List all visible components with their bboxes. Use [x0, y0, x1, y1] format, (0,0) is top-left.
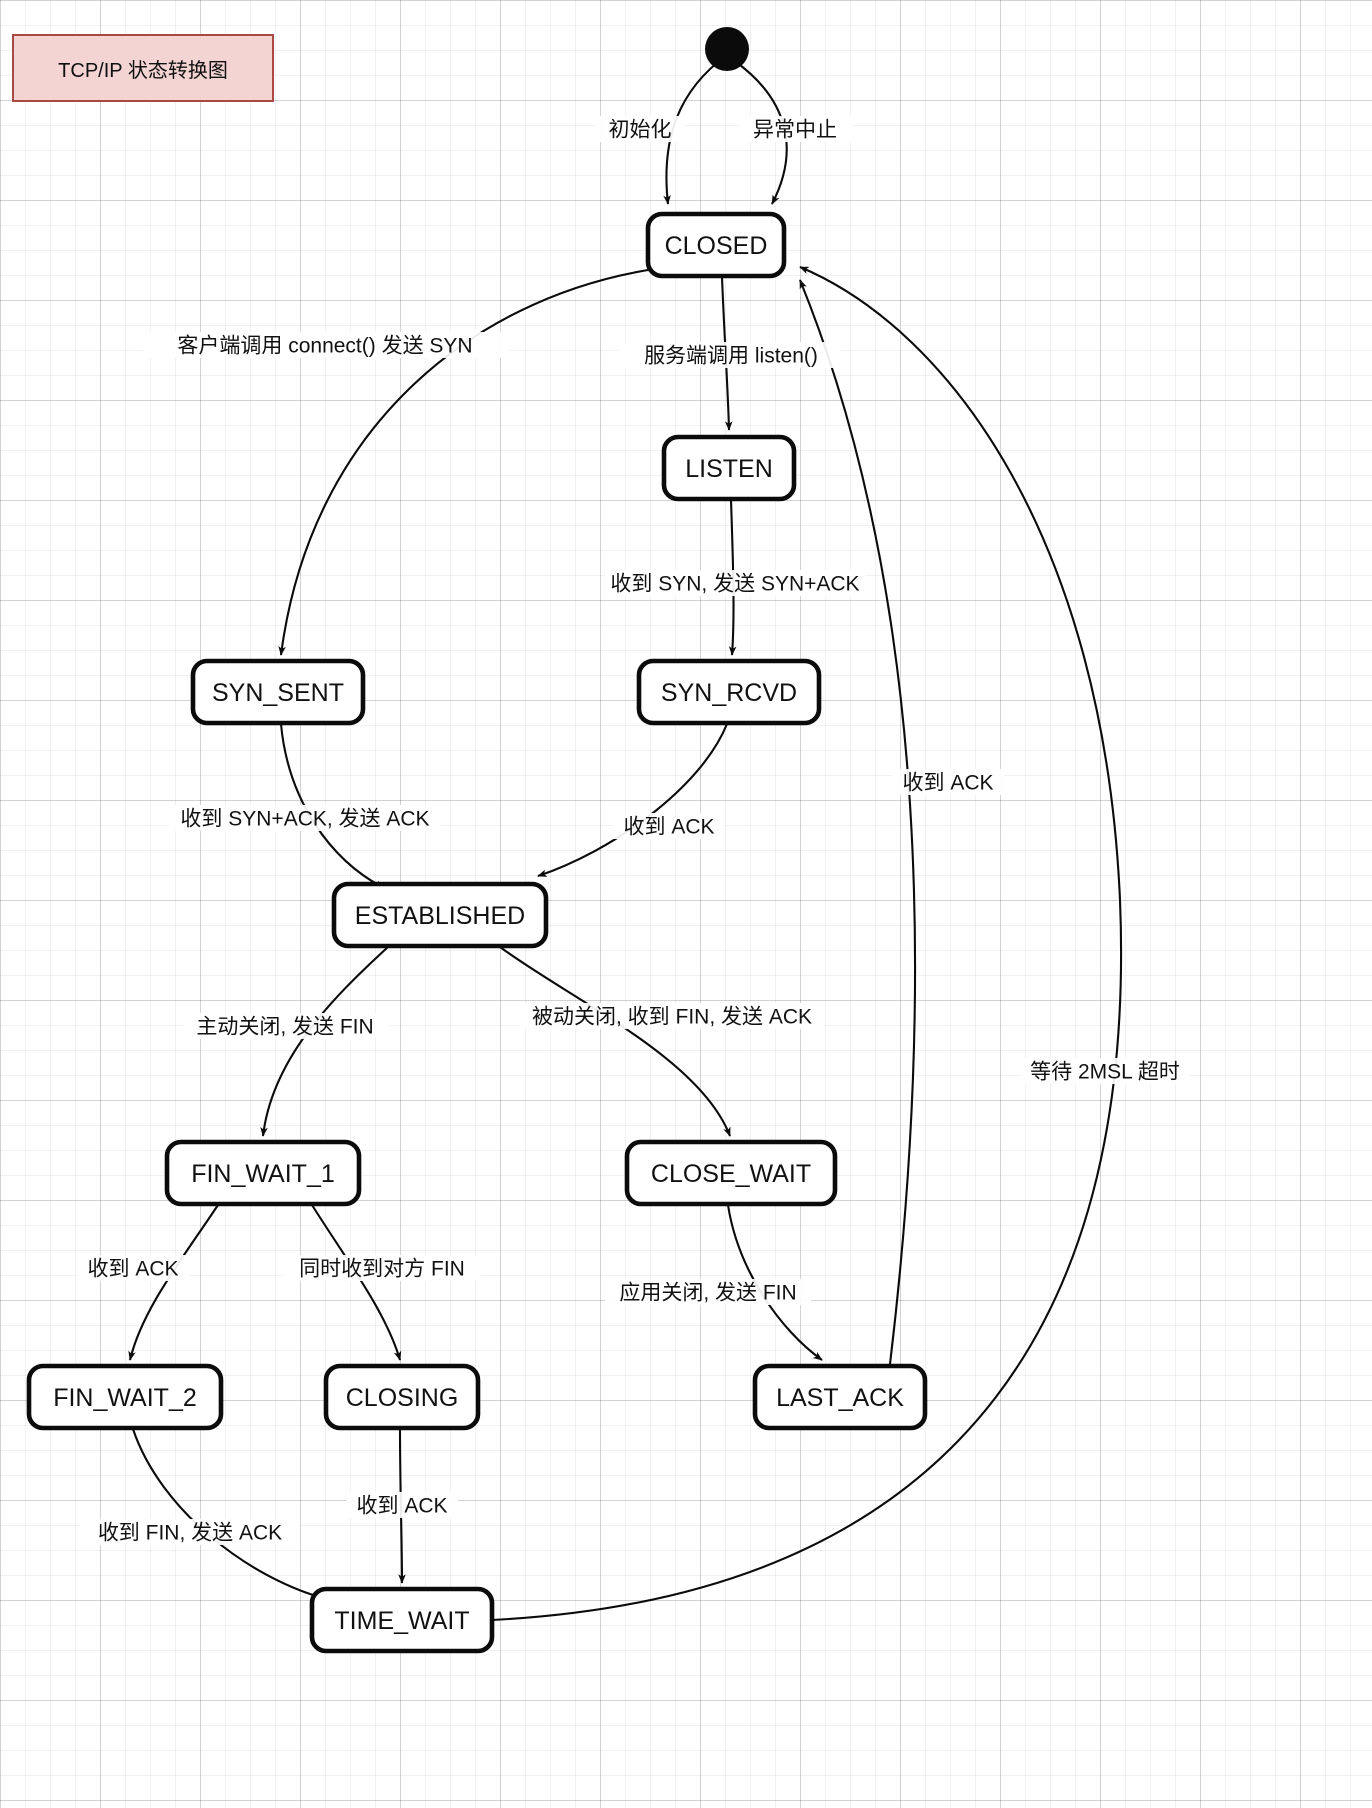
edge-label-text: 收到 SYN+ACK, 发送 ACK	[180, 808, 429, 831]
edge-estab-closewait	[499, 946, 731, 1137]
node-label-last-ack: LAST_ACK	[776, 1384, 904, 1412]
edge-label-closed-listen: 服务端调用 listen()	[620, 342, 842, 368]
node-label-established: ESTABLISHED	[355, 902, 525, 930]
node-label-listen: LISTEN	[685, 455, 773, 483]
edge-label-text: 收到 FIN, 发送 ACK	[98, 1522, 282, 1545]
edge-labels-layer: 初始化 异常中止 客户端调用 connect() 发送 SYN 服务端调用 li…	[77, 116, 1189, 1545]
node-listen[interactable]: LISTEN	[661, 434, 797, 502]
node-established[interactable]: ESTABLISHED	[331, 881, 549, 949]
edge-finwait1-closing	[311, 1204, 402, 1361]
node-fin-wait-1[interactable]: FIN_WAIT_1	[164, 1139, 362, 1207]
edge-label-finwait2-timewait: 收到 FIN, 发送 ACK	[80, 1519, 300, 1545]
edge-label-text: 被动关闭, 收到 FIN, 发送 ACK	[532, 1006, 812, 1029]
edge-estab-finwait1	[260, 946, 389, 1137]
node-closed[interactable]: CLOSED	[645, 211, 787, 279]
node-last-ack[interactable]: LAST_ACK	[752, 1363, 928, 1431]
start-state-dot	[705, 27, 749, 71]
edge-label-text: 应用关闭, 发送 FIN	[619, 1282, 796, 1305]
edge-label-timewait-closed: 等待 2MSL 超时	[1021, 1058, 1189, 1084]
edge-label-finwait1-closing: 同时收到对方 FIN	[282, 1255, 482, 1281]
node-closing[interactable]: CLOSING	[323, 1363, 481, 1431]
node-syn-sent[interactable]: SYN_SENT	[190, 658, 366, 726]
edge-label-synrcvd-estab: 收到 ACK	[613, 813, 725, 839]
edge-label-text: 初始化	[609, 119, 672, 142]
node-label-fin-wait-2: FIN_WAIT_2	[53, 1384, 197, 1412]
edge-synrcvd-estab	[537, 723, 728, 877]
node-label-closing: CLOSING	[346, 1384, 459, 1412]
edge-label-text: 收到 SYN, 发送 SYN+ACK	[610, 573, 859, 596]
edge-closed-synsent	[278, 268, 649, 656]
edge-label-text: 收到 ACK	[902, 772, 993, 795]
edge-label-text: 服务端调用 listen()	[644, 345, 818, 368]
edge-label-text: 等待 2MSL 超时	[1030, 1061, 1180, 1084]
edge-label-text: 收到 ACK	[87, 1258, 178, 1281]
edges-layer	[128, 61, 1123, 1622]
edge-label-lastack-closed: 收到 ACK	[892, 769, 1004, 795]
diagram-canvas: TCP/IP 状态转换图 CLOSED LISTEN SYN_SENT SYN_…	[0, 0, 1372, 1808]
edge-label-text: 主动关闭, 发送 FIN	[196, 1016, 373, 1039]
edge-label-start-closed-abort: 异常中止	[738, 116, 852, 142]
nodes-layer: CLOSED LISTEN SYN_SENT SYN_RCVD ESTABLIS…	[26, 211, 928, 1654]
node-time-wait[interactable]: TIME_WAIT	[309, 1586, 495, 1654]
edge-label-text: 客户端调用 connect() 发送 SYN	[177, 335, 472, 358]
edge-label-finwait1-finwait2: 收到 ACK	[77, 1255, 189, 1281]
edge-label-closed-synsent: 客户端调用 connect() 发送 SYN	[142, 332, 508, 358]
node-label-fin-wait-1: FIN_WAIT_1	[191, 1160, 335, 1188]
node-fin-wait-2[interactable]: FIN_WAIT_2	[26, 1363, 224, 1431]
edge-label-start-closed-init: 初始化	[596, 116, 684, 142]
node-label-syn-rcvd: SYN_RCVD	[661, 679, 797, 707]
state-diagram: CLOSED LISTEN SYN_SENT SYN_RCVD ESTABLIS…	[26, 27, 1189, 1654]
edge-label-listen-synrcvd: 收到 SYN, 发送 SYN+ACK	[605, 570, 865, 596]
edge-label-estab-closewait: 被动关闭, 收到 FIN, 发送 ACK	[520, 1003, 824, 1029]
edge-label-closing-timewait: 收到 ACK	[346, 1492, 458, 1518]
edge-label-closewait-lastack: 应用关闭, 发送 FIN	[605, 1279, 811, 1305]
node-label-close-wait: CLOSE_WAIT	[651, 1160, 811, 1188]
node-close-wait[interactable]: CLOSE_WAIT	[624, 1139, 838, 1207]
edge-label-text: 同时收到对方 FIN	[299, 1258, 465, 1281]
node-label-time-wait: TIME_WAIT	[334, 1607, 469, 1635]
edge-label-synsent-estab: 收到 SYN+ACK, 发送 ACK	[168, 805, 442, 831]
edge-finwait1-finwait2	[128, 1204, 219, 1361]
node-syn-rcvd[interactable]: SYN_RCVD	[636, 658, 822, 726]
edge-label-estab-finwait1: 主动关闭, 发送 FIN	[182, 1013, 388, 1039]
edge-finwait2-timewait	[132, 1428, 331, 1602]
edge-label-text: 异常中止	[753, 119, 837, 142]
edge-label-text: 收到 ACK	[356, 1495, 447, 1518]
node-label-closed: CLOSED	[665, 232, 768, 260]
node-label-syn-sent: SYN_SENT	[212, 679, 344, 707]
edge-label-text: 收到 ACK	[623, 816, 714, 839]
